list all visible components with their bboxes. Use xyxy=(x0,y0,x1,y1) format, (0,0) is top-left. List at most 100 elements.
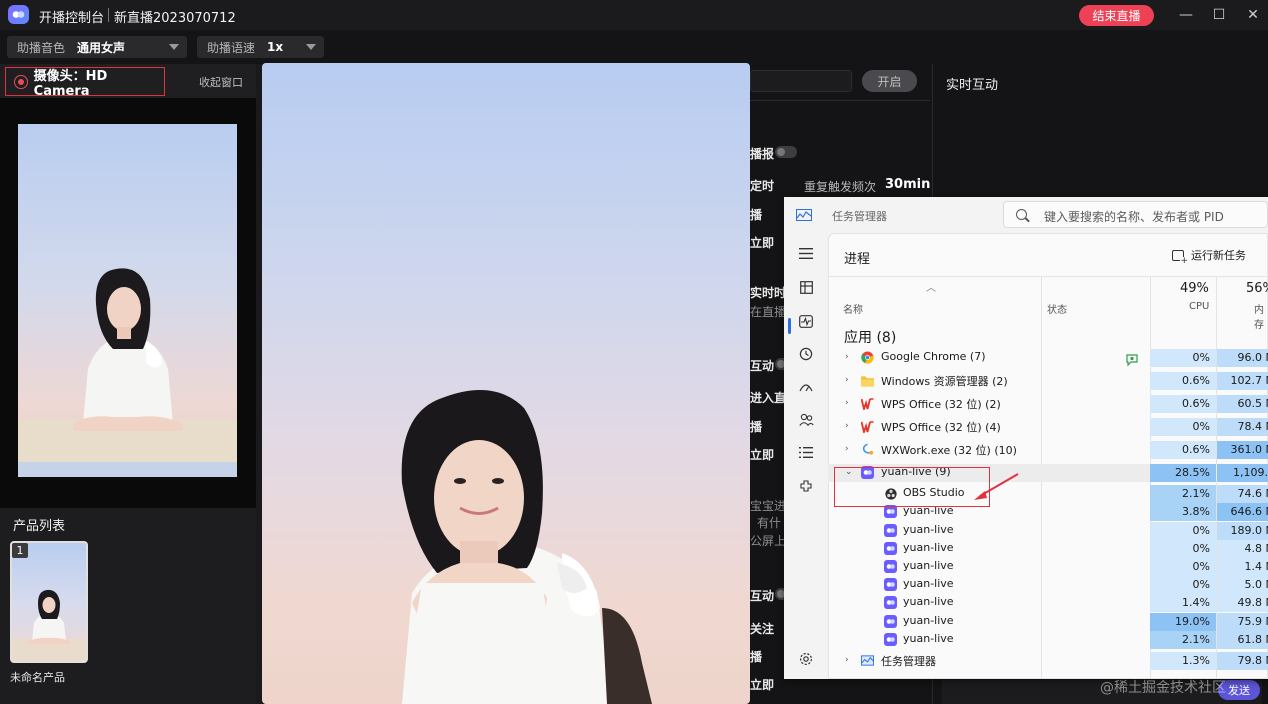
process-cpu: 0% xyxy=(1150,418,1216,436)
process-memory: 79.8 M xyxy=(1217,652,1268,670)
process-name: yuan-live xyxy=(903,577,954,590)
process-row[interactable]: yuan-live 19.0%75.9 M xyxy=(828,613,1268,631)
start-button[interactable]: 开启 xyxy=(862,70,917,92)
process-memory: 5.0 M xyxy=(1217,576,1268,594)
process-name: WPS Office (32 位) (2) xyxy=(881,398,1001,411)
process-name: WXWork.exe (32 位) (10) xyxy=(881,444,1017,457)
app-logo-icon xyxy=(8,5,29,24)
wps-icon xyxy=(861,420,874,433)
sort-arrow-icon[interactable]: ︿ xyxy=(926,279,936,294)
chevron-right-icon[interactable]: › xyxy=(845,375,849,385)
config-row-label[interactable]: 立即 xyxy=(750,234,774,251)
config-row-hint: 宝宝进 xyxy=(750,499,787,513)
process-row[interactable]: › Google Chrome (7) 0%96.0 M xyxy=(828,349,1268,367)
config-row-label[interactable]: 立即 xyxy=(750,676,774,693)
process-row[interactable]: › 任务管理器 1.3%79.8 M xyxy=(828,652,1268,670)
app-title: 开播控制台 xyxy=(39,11,105,26)
process-cpu: 0% xyxy=(1150,558,1216,576)
live-preview xyxy=(262,63,750,704)
wxwork-icon xyxy=(861,443,874,456)
process-cpu: 1.4% xyxy=(1150,594,1216,612)
process-cpu: 2.1% xyxy=(1150,631,1216,649)
chevron-right-icon[interactable]: › xyxy=(845,444,849,454)
run-new-task-label: 运行新任务 xyxy=(1191,249,1246,262)
process-memory: 74.6 M xyxy=(1217,485,1268,503)
product-card[interactable] xyxy=(10,541,88,663)
process-cpu: 3.8% xyxy=(1150,503,1216,521)
column-name-header[interactable]: 名称 xyxy=(843,301,863,316)
details-icon[interactable] xyxy=(798,444,814,460)
maximize-icon[interactable]: ☐ xyxy=(1209,5,1229,25)
voice-select[interactable]: 助播音色 通用女声 xyxy=(7,36,187,58)
users-icon[interactable] xyxy=(798,412,814,428)
task-manager-sidebar xyxy=(784,233,828,679)
highlight-annotation xyxy=(834,467,990,507)
process-row[interactable]: › WXWork.exe (32 位) (10) 0.6%361.0 M xyxy=(828,441,1268,459)
config-row-label: 定时 xyxy=(750,179,775,193)
camera-preview xyxy=(18,124,237,477)
startup-apps-icon[interactable] xyxy=(798,379,814,395)
collapse-window-button[interactable]: 收起窗口 xyxy=(199,74,243,90)
speed-select[interactable]: 助播语速 1x xyxy=(197,36,324,58)
speed-value: 1x xyxy=(267,40,284,54)
toolbar xyxy=(0,31,1268,61)
chevron-right-icon[interactable]: › xyxy=(845,352,849,362)
run-new-task-button[interactable]: 运行新任务 xyxy=(1172,247,1246,266)
voice-label: 助播音色 xyxy=(17,40,66,55)
process-cpu: 2.1% xyxy=(1150,485,1216,503)
process-cpu: 0% xyxy=(1150,522,1216,540)
process-cpu: 1.3% xyxy=(1150,652,1216,670)
process-memory: 646.6 M xyxy=(1217,503,1268,521)
column-cpu-header[interactable]: CPU xyxy=(1189,301,1209,312)
divider xyxy=(750,100,930,101)
performance-icon[interactable] xyxy=(798,313,814,329)
minimize-icon[interactable]: — xyxy=(1176,5,1196,25)
chrome-icon xyxy=(861,351,874,364)
app-history-icon[interactable] xyxy=(798,346,814,362)
process-row[interactable]: yuan-live 0%5.0 M xyxy=(828,576,1268,594)
run-task-icon xyxy=(1172,249,1188,266)
task-manager-logo-icon xyxy=(796,209,812,221)
processes-icon[interactable] xyxy=(798,279,814,295)
yuan-live-icon xyxy=(884,578,897,591)
arrow-annotation-icon xyxy=(974,473,1019,500)
process-row[interactable]: yuan-live 0%189.0 M xyxy=(828,522,1268,540)
chevron-right-icon[interactable]: › xyxy=(845,398,849,408)
toggle-switch[interactable] xyxy=(775,146,797,158)
process-row[interactable]: › Windows 资源管理器 (2) 0.6%102.7 M xyxy=(828,372,1268,390)
end-live-button[interactable]: 结束直播 xyxy=(1079,5,1154,26)
column-memory-header[interactable]: 内存 xyxy=(1254,301,1268,331)
record-icon xyxy=(14,74,28,89)
config-row-label: 播 xyxy=(750,420,763,434)
column-status-header[interactable]: 状态 xyxy=(1047,301,1067,316)
cpu-total[interactable]: 49% xyxy=(1180,281,1209,296)
memory-total[interactable]: 56% xyxy=(1246,281,1268,296)
process-name: 任务管理器 xyxy=(881,655,936,668)
title-bar: 开播控制台 新直播2023070712 结束直播 — ☐ ✕ xyxy=(0,0,1268,30)
process-row[interactable]: › WPS Office (32 位) (4) 0%78.4 M xyxy=(828,418,1268,436)
close-icon[interactable]: ✕ xyxy=(1243,5,1263,25)
process-search-input[interactable]: 键入要搜索的名称、发布者或 PID xyxy=(1003,201,1268,228)
yuan-live-icon xyxy=(884,524,897,537)
process-row[interactable]: yuan-live 1.4%49.8 M xyxy=(828,594,1268,612)
product-name: 未命名产品 xyxy=(10,671,65,684)
process-row[interactable]: yuan-live 0%1.4 M xyxy=(828,558,1268,576)
menu-icon[interactable] xyxy=(798,245,814,261)
process-cpu: 0.6% xyxy=(1150,372,1216,390)
chevron-right-icon[interactable]: › xyxy=(845,421,849,431)
process-memory: 78.4 M xyxy=(1217,418,1268,436)
process-row[interactable]: › WPS Office (32 位) (2) 0.6%60.5 M xyxy=(828,395,1268,413)
settings-gear-icon[interactable] xyxy=(798,651,814,667)
camera-selector[interactable]: 摄像头：HD Camera xyxy=(5,67,165,99)
services-icon[interactable] xyxy=(798,478,814,494)
process-row[interactable]: yuan-live 0%4.8 M xyxy=(828,540,1268,558)
process-cpu: 28.5% xyxy=(1150,464,1216,482)
config-row-label: 进入直 xyxy=(750,391,787,405)
repeat-frequency-value[interactable]: 30min xyxy=(885,177,930,192)
config-row-label[interactable]: 立即 xyxy=(750,446,774,463)
chevron-down-icon xyxy=(169,44,179,50)
taskmgr-icon xyxy=(861,654,874,667)
config-input[interactable] xyxy=(750,70,852,92)
chevron-right-icon[interactable]: › xyxy=(845,655,849,665)
process-row[interactable]: yuan-live 2.1%61.8 M xyxy=(828,631,1268,649)
